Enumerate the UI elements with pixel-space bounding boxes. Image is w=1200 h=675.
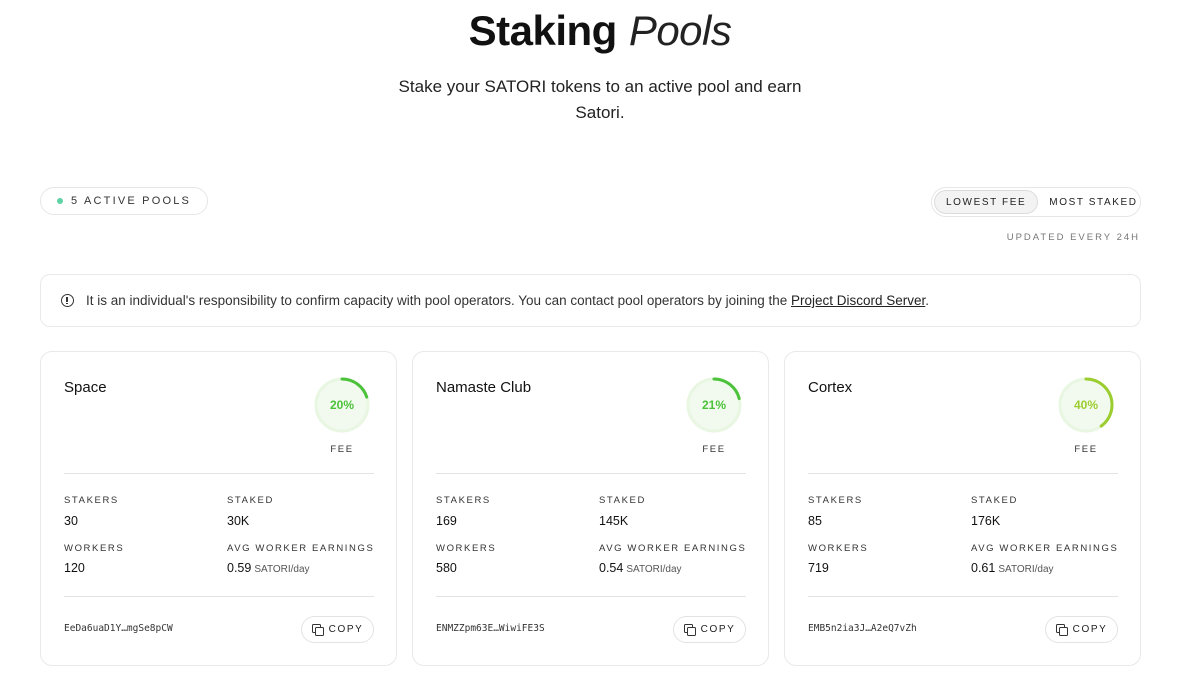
sort-most-staked-button[interactable]: MOST STAKED: [1038, 190, 1148, 214]
pool-address: EeDa6uaD1Y…mgSe8pCW: [64, 623, 173, 634]
active-pools-label: 5 ACTIVE POOLS: [71, 195, 192, 207]
capacity-notice: It is an individual's responsibility to …: [40, 274, 1141, 327]
copy-label: COPY: [1072, 624, 1108, 635]
fee-label: FEE: [1074, 444, 1098, 455]
discord-server-link[interactable]: Project Discord Server: [791, 293, 925, 308]
fee-label: FEE: [702, 444, 726, 455]
copy-address-button[interactable]: COPY: [1045, 616, 1118, 643]
notice-text: It is an individual's responsibility to …: [86, 293, 929, 308]
stakers-label: STAKERS: [808, 495, 863, 506]
avg-earnings-value: 0.61: [971, 561, 996, 575]
stakers-value: 169: [436, 514, 457, 528]
workers-value: 719: [808, 561, 829, 575]
staked-label: STAKED: [599, 495, 646, 506]
workers-label: WORKERS: [64, 543, 125, 554]
earnings-unit: SATORI/day: [998, 564, 1054, 575]
avg-earnings: 0.59 SATORI/day: [227, 561, 310, 575]
divider: [436, 596, 746, 597]
avg-earnings-label: AVG WORKER EARNINGS: [227, 543, 375, 554]
copy-address-button[interactable]: COPY: [301, 616, 374, 643]
stakers-value: 85: [808, 514, 822, 528]
fee-ring: 21%: [683, 374, 745, 436]
pool-cards: Space 20% FEE STAKERS 30 STAKED 30K WORK…: [40, 351, 1141, 666]
staked-label: STAKED: [227, 495, 274, 506]
divider: [808, 473, 1118, 474]
fee-label: FEE: [330, 444, 354, 455]
workers-value: 120: [64, 561, 85, 575]
fee-ring: 20%: [311, 374, 373, 436]
stakers-value: 30: [64, 514, 78, 528]
active-pools-badge: 5 ACTIVE POOLS: [40, 187, 209, 215]
status-dot-icon: [57, 198, 63, 204]
divider: [436, 473, 746, 474]
copy-icon: [1055, 624, 1068, 636]
avg-earnings-value: 0.59: [227, 561, 252, 575]
notice-suffix: .: [925, 293, 930, 308]
staked-value: 30K: [227, 514, 250, 528]
pool-card: Space 20% FEE STAKERS 30 STAKED 30K WORK…: [40, 351, 397, 666]
sort-lowest-fee-button[interactable]: LOWEST FEE: [934, 190, 1039, 214]
copy-icon: [683, 624, 696, 636]
staked-value: 145K: [599, 514, 629, 528]
updated-label: UPDATED EVERY 24H: [1006, 232, 1140, 243]
stakers-label: STAKERS: [64, 495, 119, 506]
pool-card: Namaste Club 21% FEE STAKERS 169 STAKED …: [412, 351, 769, 666]
avg-earnings-label: AVG WORKER EARNINGS: [971, 543, 1119, 554]
notice-body: It is an individual's responsibility to …: [86, 293, 791, 308]
staked-value: 176K: [971, 514, 1001, 528]
divider: [64, 596, 374, 597]
pool-address: EMB5n2ia3J…A2eQ7vZh: [808, 623, 917, 634]
page-subtitle: Stake your SATORI tokens to an active po…: [398, 77, 802, 122]
copy-icon: [311, 624, 324, 636]
workers-value: 580: [436, 561, 457, 575]
sort-toggle: LOWEST FEE MOST STAKED: [931, 187, 1141, 217]
page-title: Staking Pools: [0, 6, 1200, 56]
title-light: Pools: [628, 7, 732, 54]
pool-card: Cortex 40% FEE STAKERS 85 STAKED 176K WO…: [784, 351, 1141, 666]
copy-label: COPY: [700, 624, 736, 635]
pool-name: Cortex: [808, 379, 853, 396]
earnings-unit: SATORI/day: [254, 564, 310, 575]
pool-name: Space: [64, 379, 107, 396]
pool-name: Namaste Club: [436, 379, 532, 396]
workers-label: WORKERS: [808, 543, 869, 554]
avg-earnings: 0.54 SATORI/day: [599, 561, 682, 575]
fee-percentage: 20%: [329, 398, 355, 412]
avg-earnings: 0.61 SATORI/day: [971, 561, 1054, 575]
fee-ring: 40%: [1055, 374, 1117, 436]
workers-label: WORKERS: [436, 543, 497, 554]
info-icon: [61, 294, 74, 307]
avg-earnings-label: AVG WORKER EARNINGS: [599, 543, 747, 554]
copy-address-button[interactable]: COPY: [673, 616, 746, 643]
copy-label: COPY: [328, 624, 364, 635]
title-strong: Staking: [468, 7, 618, 54]
earnings-unit: SATORI/day: [626, 564, 682, 575]
fee-percentage: 40%: [1073, 398, 1099, 412]
divider: [64, 473, 374, 474]
avg-earnings-value: 0.54: [599, 561, 624, 575]
staked-label: STAKED: [971, 495, 1018, 506]
divider: [808, 596, 1118, 597]
pool-address: ENMZZpm63E…WiwiFE3S: [436, 623, 545, 634]
fee-percentage: 21%: [701, 398, 727, 412]
stakers-label: STAKERS: [436, 495, 491, 506]
